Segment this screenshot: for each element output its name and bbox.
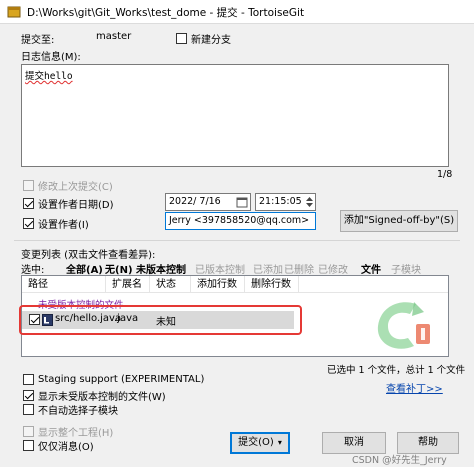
window-title: D:\Works\git\Git_Works\test_dome - 提交 - … [27, 7, 305, 19]
filter-versioned[interactable]: 已版本控制 [195, 261, 245, 276]
add-signed-off-by-button[interactable]: 添加"Signed-off-by"(S) [340, 210, 458, 232]
new-branch-label: 新建分支 [191, 35, 231, 46]
filter-unversioned[interactable]: 未版本控制 [136, 261, 186, 276]
csdn-watermark: CSDN @好先生_Jerry [352, 455, 447, 466]
set-author-checkbox[interactable] [23, 218, 34, 229]
column-header-lines-added[interactable]: 添加行数 [191, 276, 245, 293]
filter-none[interactable]: 无(N) [105, 261, 133, 276]
set-author-date-checkbox[interactable] [23, 198, 34, 209]
commit-button-label: 提交(O) [238, 437, 274, 448]
author-date-picker[interactable]: 2022/ 7/16 [165, 193, 251, 211]
filter-all[interactable]: 全部(A) [66, 261, 103, 276]
column-header-filler [299, 276, 448, 293]
filter-modified[interactable]: 已修改 [318, 261, 348, 276]
branch-name: master [96, 31, 132, 42]
chevron-down-icon[interactable]: ▾ [278, 438, 282, 447]
author-time-picker[interactable]: 21:15:05 [255, 193, 316, 211]
column-header-path[interactable]: 路径 [22, 276, 106, 293]
staging-support-label: Staging support (EXPERIMENTAL) [38, 374, 205, 385]
tortoisegit-watermark-logo [377, 302, 430, 349]
highlight-annotation-box [19, 305, 302, 335]
filter-added[interactable]: 已添加 [253, 261, 283, 276]
show-whole-project-checkbox[interactable] [23, 426, 34, 437]
selection-status: 已选中 1 个文件，总计 1 个文件 [327, 365, 466, 376]
show-unversioned-checkbox[interactable] [23, 390, 34, 401]
no-auto-select-submodules-checkbox[interactable] [23, 404, 34, 415]
show-whole-project-label: 显示整个工程(H) [38, 428, 114, 439]
author-time-value: 21:15:05 [259, 196, 302, 207]
message-only-label: 仅仅消息(O) [38, 442, 94, 453]
view-patch-link[interactable]: 查看补丁>> [386, 380, 443, 395]
new-branch-checkbox[interactable] [176, 33, 187, 44]
author-date-value: 2022/ 7/16 [169, 196, 221, 207]
amend-option[interactable]: 修改上次提交(C) [23, 178, 113, 193]
calendar-dropdown-icon[interactable] [236, 196, 248, 208]
message-line-counter: 1/8 [437, 169, 453, 180]
changes-list-label: 变更列表 (双击文件查看差异): [21, 250, 156, 261]
commit-message-text: 提交hello [25, 71, 73, 82]
set-author-option[interactable]: 设置作者(I) [23, 216, 89, 231]
commit-message-textarea[interactable]: 提交hello [21, 64, 449, 167]
filter-submodules[interactable]: 子模块 [391, 261, 421, 276]
message-only-option[interactable]: 仅仅消息(O) [23, 438, 94, 453]
set-author-date-option[interactable]: 设置作者日期(D) [23, 196, 114, 211]
filter-files[interactable]: 文件 [361, 261, 381, 276]
column-header-status[interactable]: 状态 [150, 276, 191, 293]
set-author-label: 设置作者(I) [38, 220, 89, 231]
section-divider [14, 240, 460, 241]
filter-deleted[interactable]: 已删除 [284, 261, 314, 276]
time-spinner-icon[interactable] [305, 195, 314, 209]
select-label: 选中: [21, 265, 45, 276]
cancel-button[interactable]: 取消 [322, 432, 386, 454]
show-unversioned-option[interactable]: 显示未受版本控制的文件(W) [23, 388, 166, 403]
show-unversioned-label: 显示未受版本控制的文件(W) [38, 392, 166, 403]
no-auto-select-submodules-label: 不自动选择子模块 [38, 406, 118, 417]
log-message-label: 日志信息(M): [21, 52, 81, 63]
show-whole-project-option[interactable]: 显示整个工程(H) [23, 424, 113, 439]
no-auto-select-submodules-option[interactable]: 不自动选择子模块 [23, 402, 118, 417]
commit-to-label: 提交至: [21, 35, 55, 46]
title-bar: D:\Works\git\Git_Works\test_dome - 提交 - … [0, 0, 474, 24]
new-branch-option[interactable]: 新建分支 [176, 31, 231, 46]
author-input[interactable]: Jerry <397858520@qq.com> [165, 212, 316, 230]
staging-support-checkbox[interactable] [23, 374, 34, 385]
help-button[interactable]: 帮助 [397, 432, 459, 454]
amend-label: 修改上次提交(C) [38, 182, 113, 193]
message-only-checkbox[interactable] [23, 440, 34, 451]
set-author-date-label: 设置作者日期(D) [38, 200, 114, 211]
amend-checkbox[interactable] [23, 180, 34, 191]
column-header-lines-deleted[interactable]: 删除行数 [245, 276, 299, 293]
tortoisegit-app-icon [7, 6, 21, 18]
staging-support-option[interactable]: Staging support (EXPERIMENTAL) [23, 374, 204, 385]
commit-button[interactable]: 提交(O) ▾ [230, 432, 290, 454]
column-header-extension[interactable]: 扩展名 [106, 276, 150, 293]
